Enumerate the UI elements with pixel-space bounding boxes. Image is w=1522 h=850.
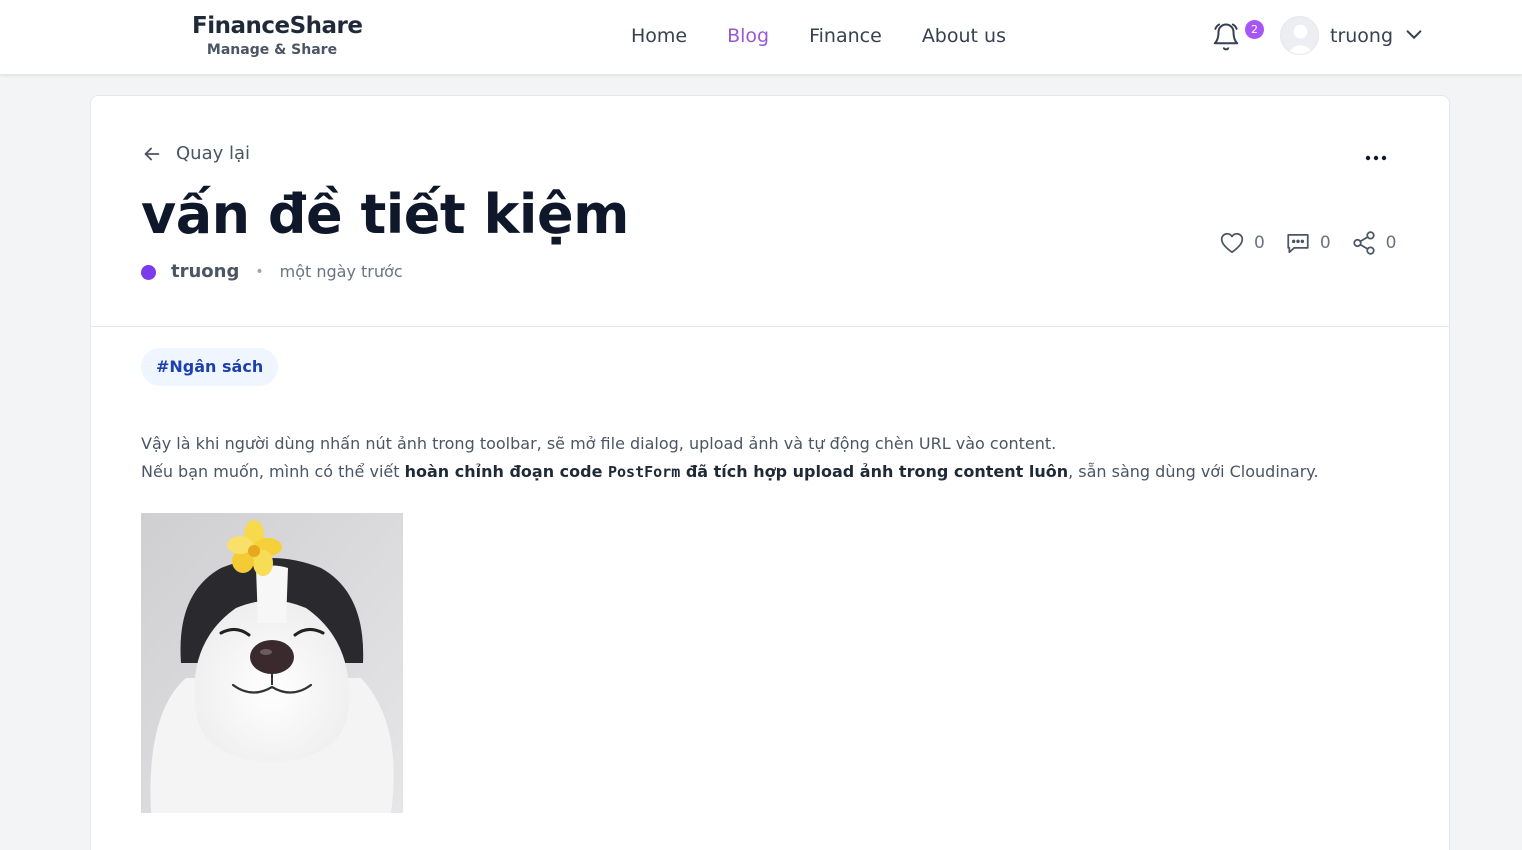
post-title: vấn đề tiết kiệm [141, 183, 629, 246]
inline-code: PostForm [608, 463, 681, 481]
nav-link-about-us[interactable]: About us [922, 24, 1006, 48]
post-content: Vậy là khi người dùng nhấn nút ảnh trong… [141, 430, 1401, 486]
brand-title: FinanceShare [192, 13, 363, 39]
nav-link-blog[interactable]: Blog [727, 24, 769, 48]
share-icon [1353, 231, 1375, 255]
nav-link-finance[interactable]: Finance [809, 24, 882, 48]
comment-icon [1287, 234, 1309, 254]
share-count: 0 [1385, 233, 1397, 253]
brand-subtitle: Manage & Share [206, 42, 338, 58]
chevron-down-icon[interactable] [1403, 24, 1425, 46]
content-bold-text: hoàn chỉnh đoạn code PostForm đã tích hợ… [404, 462, 1069, 481]
post-time: một ngày trước [279, 262, 403, 281]
user-avatar[interactable] [1280, 16, 1319, 55]
back-label: Quay lại [176, 143, 251, 164]
comment-count: 0 [1319, 233, 1331, 253]
post-meta: truong • một ngày trước [141, 260, 403, 284]
author-status-dot [141, 264, 156, 280]
nav-link-home[interactable]: Home [631, 24, 687, 48]
user-name[interactable]: truong [1330, 24, 1393, 48]
post-author[interactable]: truong [171, 260, 239, 284]
post-card: Quay lại vấn đề tiết kiệm truong • một n… [90, 95, 1450, 850]
post-image-husky [141, 513, 403, 813]
comment-button[interactable]: 0 [1285, 230, 1331, 256]
main-nav: Home Blog Finance About us [631, 24, 1046, 48]
post-stats: 0 0 0 [1219, 230, 1416, 256]
notification-badge: 2 [1245, 20, 1264, 39]
post-tag[interactable]: #Ngân sách [141, 348, 279, 386]
top-navbar: FinanceShare Manage & Share Home Blog Fi… [0, 0, 1522, 75]
meta-separator: • [255, 264, 264, 280]
arrow-left-icon [141, 143, 163, 165]
more-options-icon[interactable] [1364, 148, 1388, 168]
brand-logo[interactable]: FinanceShare Manage & Share [192, 12, 363, 59]
back-button[interactable]: Quay lại [141, 143, 250, 165]
content-text: Nếu bạn muốn, mình có thể viết [141, 462, 405, 481]
like-count: 0 [1254, 233, 1265, 253]
notification-bell-icon[interactable] [1211, 22, 1241, 52]
content-paragraph-2: Nếu bạn muốn, mình có thể viết hoàn chỉn… [141, 458, 1401, 486]
heart-icon [1220, 232, 1244, 254]
content-paragraph-1: Vậy là khi người dùng nhấn nút ảnh trong… [141, 434, 1057, 453]
content-text-end: , sẵn sàng dùng với Cloudinary. [1068, 462, 1319, 481]
header-divider [91, 326, 1449, 327]
share-button[interactable]: 0 [1351, 230, 1397, 256]
like-button[interactable]: 0 [1219, 230, 1265, 256]
